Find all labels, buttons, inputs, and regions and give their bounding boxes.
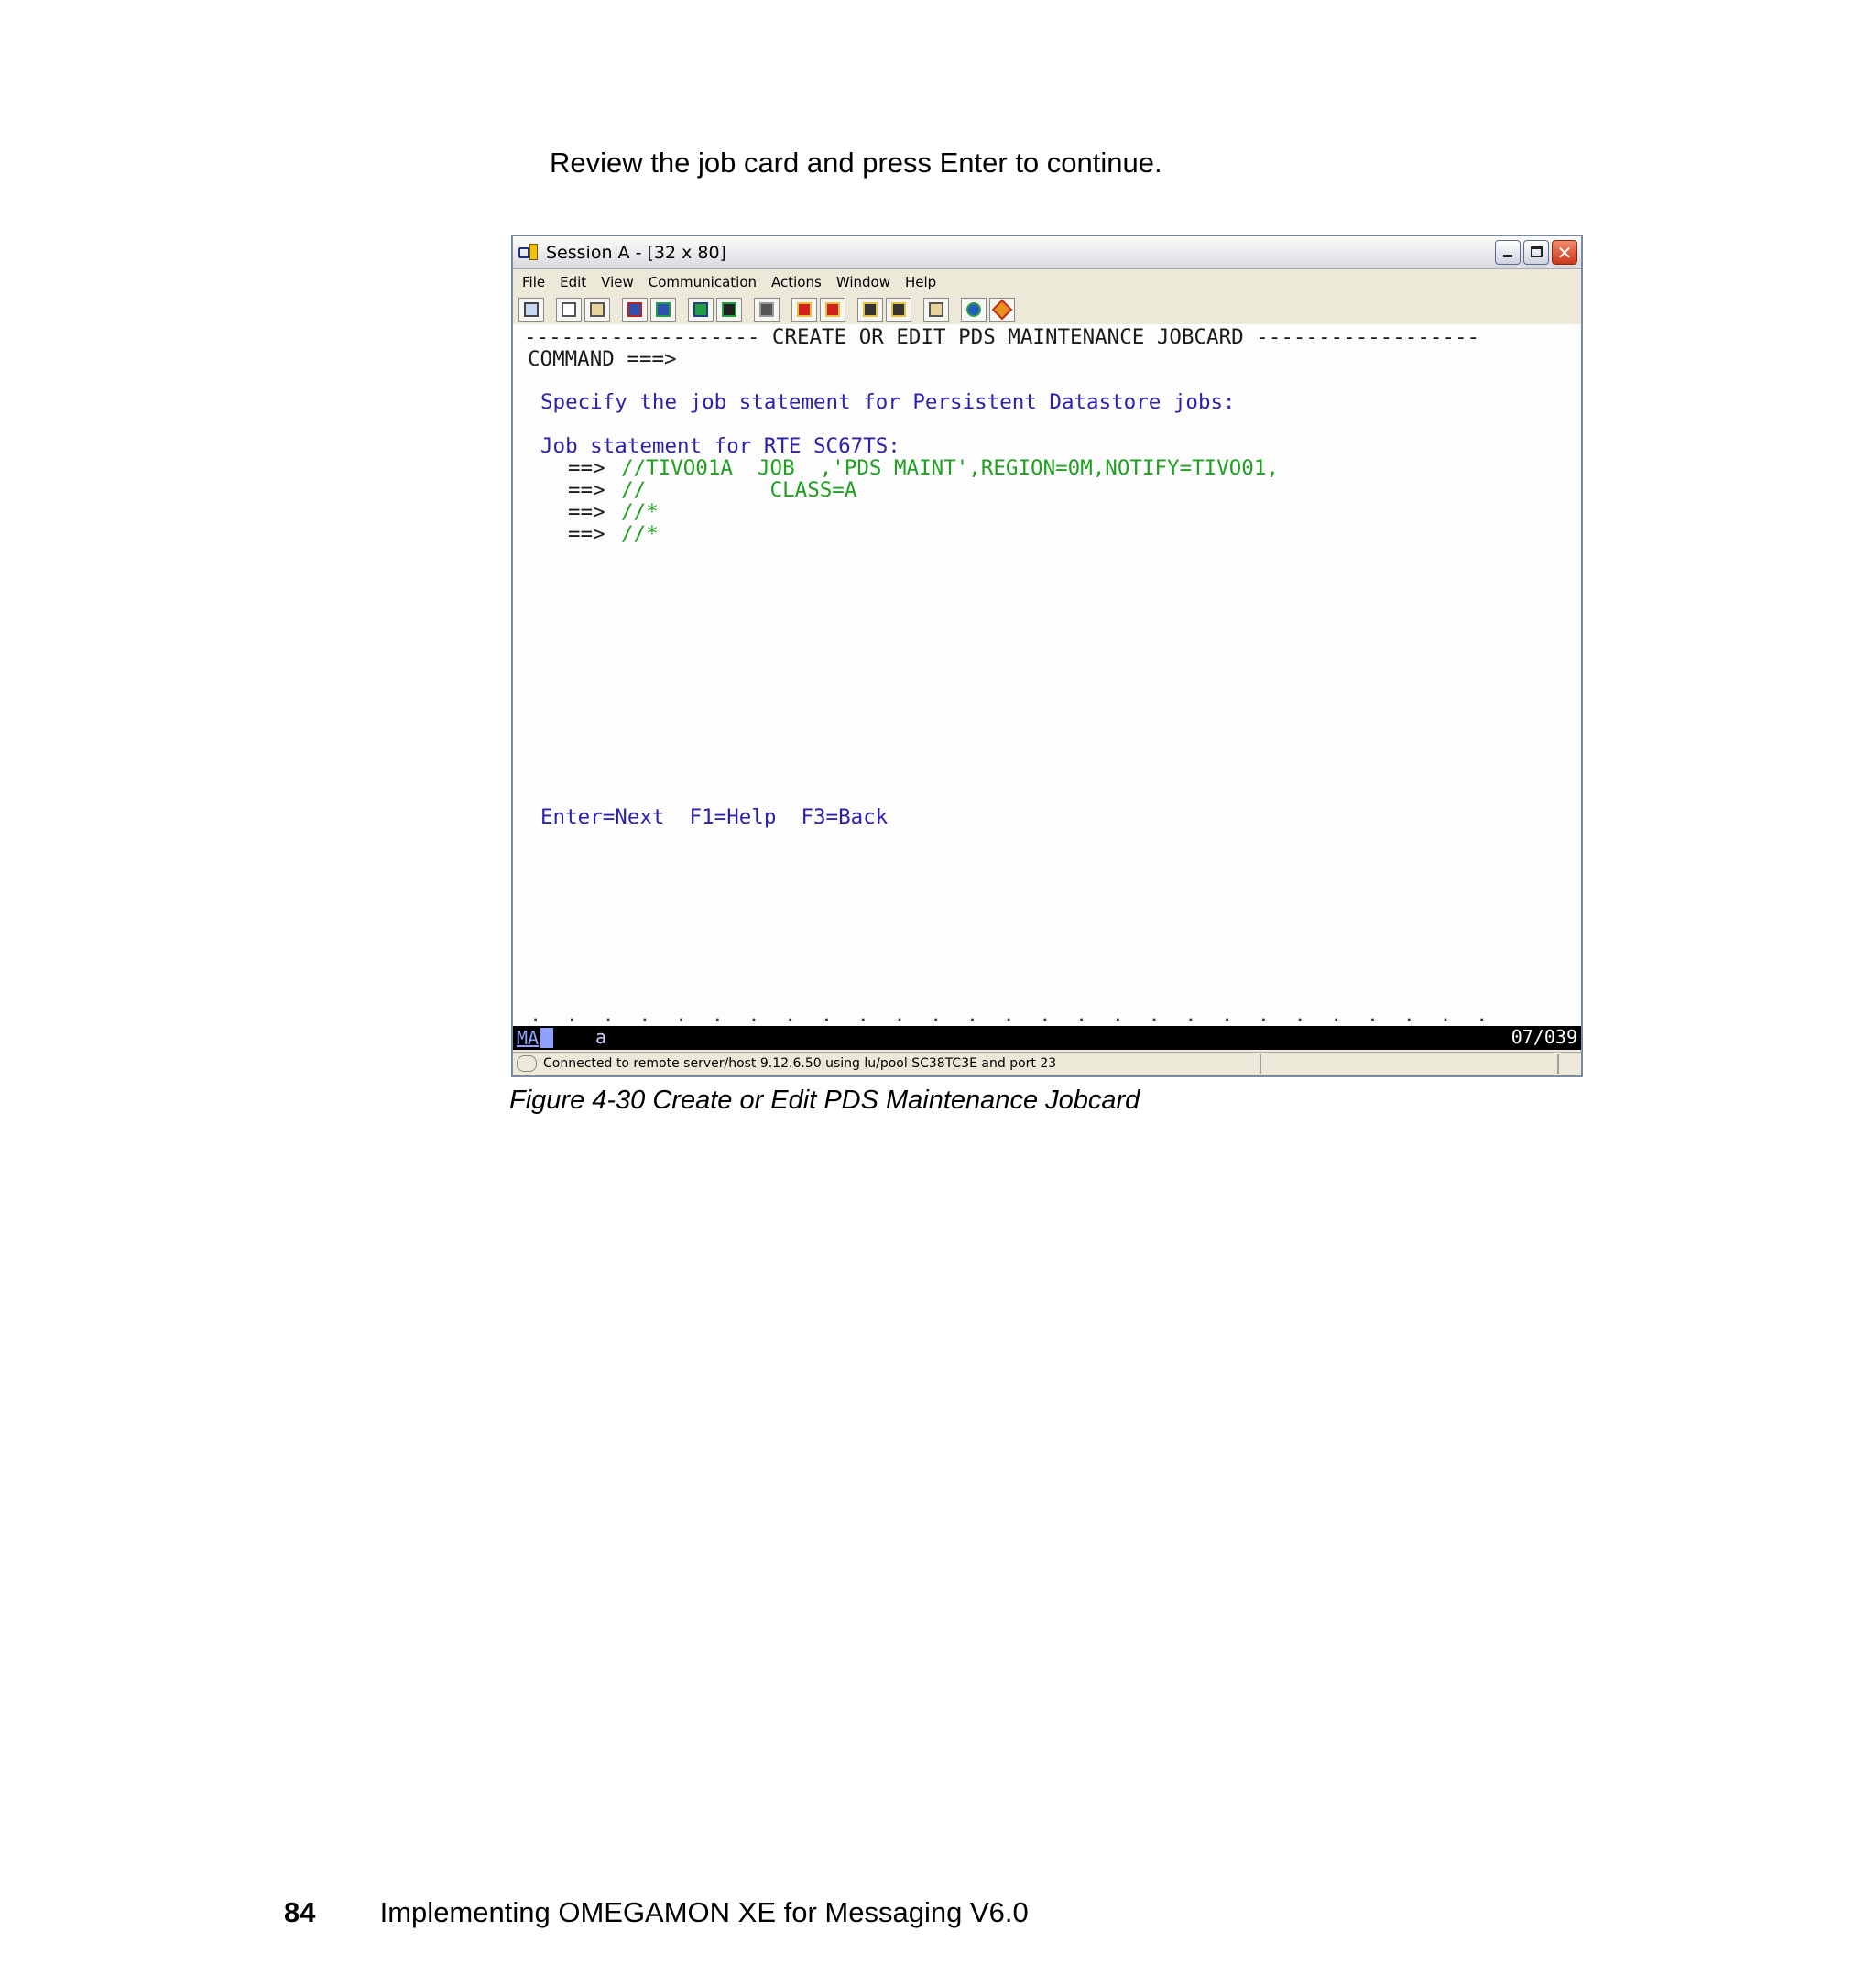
connection-status-bar: Connected to remote server/host 9.12.6.5… [513,1052,1581,1075]
paste-icon [590,302,605,317]
status-divider [1557,1054,1559,1074]
display-setup-icon [693,302,708,317]
job-line-2-field[interactable]: // CLASS=A [621,479,856,501]
operator-info-area: MA a 07/039 [513,1026,1581,1050]
command-line[interactable]: COMMAND ===> [528,348,677,370]
play-macro-icon [863,302,878,317]
record-macro-icon [797,302,812,317]
stop-macro-button[interactable] [820,298,845,322]
terminal-screen[interactable]: ------------------- CREATE OR EDIT PDS M… [513,324,1581,1027]
print-screen-button[interactable] [518,298,544,322]
job-line-prompt: ==> [568,500,605,524]
clipboard-button[interactable] [923,298,949,322]
job-line-4-field[interactable]: //* [621,523,659,545]
book-title: Implementing OMEGAMON XE for Messaging V… [379,1896,1029,1928]
menu-window[interactable]: Window [836,274,890,290]
menu-file[interactable]: File [522,274,545,290]
job-line-prompt: ==> [568,522,605,546]
keyboard-map-icon [722,302,736,317]
connection-icon [517,1055,537,1072]
screen-separator: . . . . . . . . . . . . . . . . . . . . … [529,1004,1489,1027]
keyboard-map-button[interactable] [716,298,742,322]
menu-edit[interactable]: Edit [560,274,586,290]
edit-icon [991,299,1013,321]
toolbar [513,295,1581,324]
connection-status-text: Connected to remote server/host 9.12.6.5… [543,1056,1057,1071]
cursor-position: 07/039 [1511,1026,1577,1048]
copy-button[interactable] [556,298,582,322]
minimize-icon [1503,255,1512,257]
session-app-icon [518,243,540,262]
window-controls: ✕ [1495,240,1577,265]
job-line-1-field[interactable]: //TIVO01A JOB ,'PDS MAINT',REGION=0M,NOT… [621,457,1279,479]
job-statement-label: Job statement for RTE SC67TS: [540,434,900,458]
run-macro-button[interactable] [886,298,911,322]
title-bar[interactable]: Session A - [32 x 80] ✕ [513,236,1581,269]
menu-view[interactable]: View [601,274,634,290]
display-setup-button[interactable] [688,298,714,322]
status-mode: MA [517,1027,540,1049]
status-indicator: a [595,1026,607,1048]
play-macro-button[interactable] [857,298,883,322]
send-file-icon [627,302,642,317]
globe-button[interactable] [961,298,987,322]
receive-file-button[interactable] [650,298,676,322]
run-macro-icon [891,302,906,317]
clipboard-icon [929,302,943,317]
print-screen-icon [524,302,539,317]
minimize-button[interactable] [1495,240,1521,265]
receive-file-icon [656,302,671,317]
window-title: Session A - [32 x 80] [546,242,726,263]
status-cursor-block [540,1028,554,1048]
menu-actions[interactable]: Actions [771,274,822,290]
job-line-prompt: ==> [568,456,605,480]
globe-icon [966,302,981,317]
menu-bar: File Edit View Communication Actions Win… [513,270,1581,294]
job-line-3-field[interactable]: //* [621,501,659,523]
status-divider [1260,1054,1261,1074]
instruction-text: Specify the job statement for Persistent… [540,390,1236,414]
maximize-button[interactable] [1523,240,1549,265]
record-macro-button[interactable] [791,298,817,322]
close-button[interactable]: ✕ [1552,240,1577,265]
figure-caption: Figure 4-30 Create or Edit PDS Maintenan… [509,1086,1140,1115]
edit-button[interactable] [989,298,1015,322]
paste-button[interactable] [584,298,610,322]
page-footer: 84 Implementing OMEGAMON XE for Messagin… [284,1896,1029,1929]
menu-communication[interactable]: Communication [649,274,757,290]
send-file-button[interactable] [622,298,648,322]
job-line-prompt: ==> [568,478,605,502]
stop-macro-icon [825,302,840,317]
macro-button[interactable] [754,298,780,322]
screen-header: ------------------- CREATE OR EDIT PDS M… [524,325,1480,349]
menu-help[interactable]: Help [905,274,936,290]
macro-icon [759,302,774,317]
copy-icon [562,302,576,317]
pf-key-legend: Enter=Next F1=Help F3=Back [540,805,889,829]
intro-text: Review the job card and press Enter to c… [550,147,1162,179]
maximize-icon [1531,246,1543,257]
page-number: 84 [284,1896,316,1928]
close-icon: ✕ [1556,242,1573,264]
emulator-window: Session A - [32 x 80] ✕ File Edit View C… [511,235,1583,1077]
